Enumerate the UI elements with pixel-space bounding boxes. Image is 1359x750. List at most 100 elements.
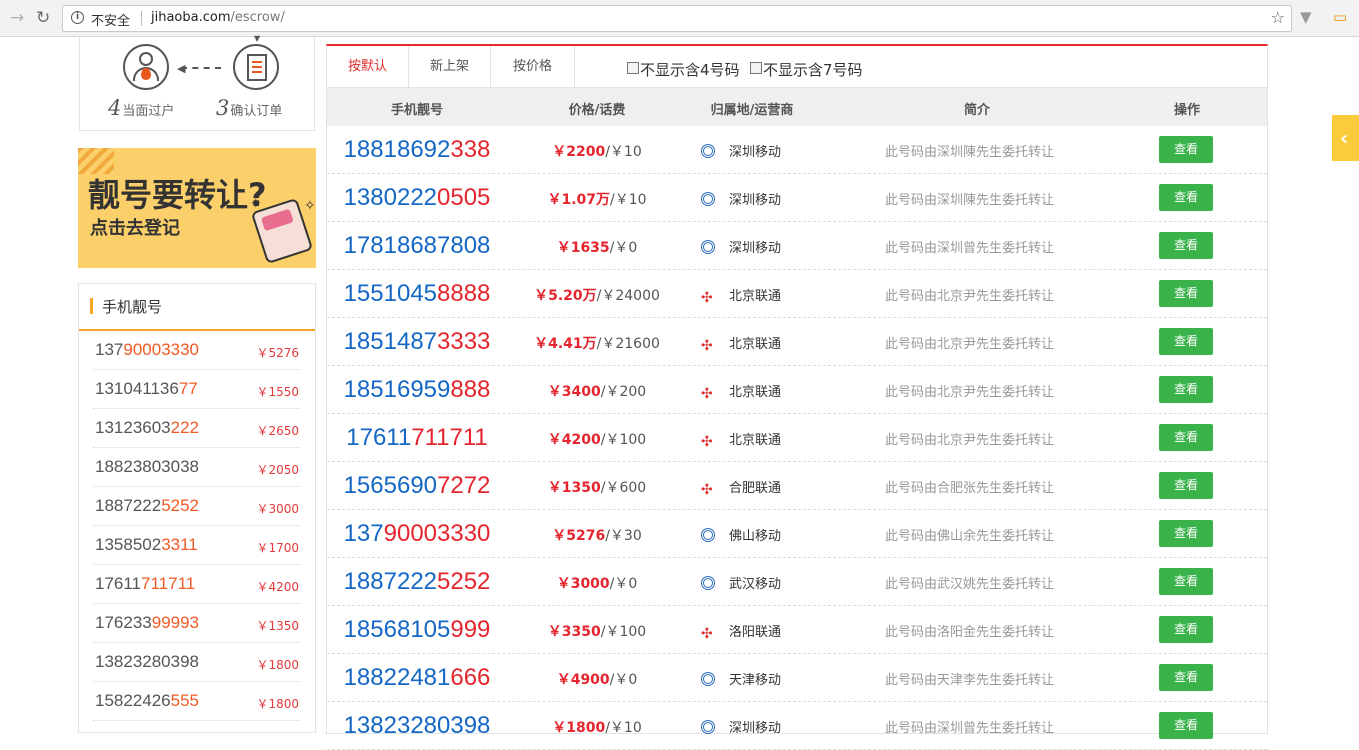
list-item[interactable]: 13104113677 ￥1550 [93,370,301,409]
address-bar[interactable]: i 不安全 jihaoba.com/escrow/ ☆ [62,5,1292,32]
description: 此号码由合肥张先生委托转让 [885,481,1055,496]
side-float-tab[interactable]: ‹ [1332,115,1359,161]
sidebar-number[interactable]: 18872225252 [95,496,199,516]
tab-price[interactable]: 按价格 [491,46,575,87]
china-mobile-icon [701,192,715,206]
sidebar-price: ￥2650 [256,424,299,438]
table-row: 17611711711 ￥4200/￥100 ✣ 北京联通 此号码由北京尹先生委托转让 查… [327,414,1267,462]
extension-v-icon[interactable]: ▼ [1300,8,1312,26]
phone-number-link[interactable]: 13802220505 [327,184,507,212]
sidebar-number[interactable]: 13790003330 [95,340,199,360]
phone-number-link[interactable]: 17611711711 [327,424,507,452]
view-button[interactable]: 查看 [1159,232,1213,259]
sidebar-number[interactable]: 18823803038 [95,457,199,477]
description: 此号码由深圳陳先生委托转让 [885,193,1055,208]
table-row: 13802220505 ￥1.07万/￥10 深圳移动 此号码由深圳陳先生委托转让 查看 [327,174,1267,222]
sidebar-number[interactable]: 17623399993 [95,613,199,633]
phone-number-link[interactable]: 18514873333 [327,328,507,356]
phone-number-link[interactable]: 18872225252 [327,568,507,596]
list-item[interactable]: 13823280398 ￥1800 [93,643,301,682]
sidebar-number[interactable]: 13104113677 [95,379,198,399]
info-icon[interactable]: i [71,11,84,24]
view-button[interactable]: 查看 [1159,424,1213,451]
description: 此号码由洛阳金先生委托转让 [885,625,1055,640]
view-button[interactable]: 查看 [1159,136,1213,163]
sidebar-number[interactable]: 13123603222 [95,418,199,438]
reload-icon[interactable]: ↻ [36,9,50,27]
price-fee: ￥4900/￥0 [556,672,638,688]
sidebar-number[interactable]: 13585023311 [95,535,198,555]
china-unicom-icon: ✣ [701,626,713,642]
phone-number-link[interactable]: 13823280398 [327,712,507,740]
china-mobile-icon [701,528,715,542]
view-button[interactable]: 查看 [1159,664,1213,691]
view-button[interactable]: 查看 [1159,280,1213,307]
list-item[interactable]: 13123603222 ￥2650 [93,409,301,448]
handover-person-icon [123,44,169,90]
description: 此号码由天津李先生委托转让 [885,673,1055,688]
col-desc: 简介 [963,103,990,118]
table-row: 18872225252 ￥3000/￥0 武汉移动 此号码由武汉姚先生委托转让 查看 [327,558,1267,606]
view-button[interactable]: 查看 [1159,472,1213,499]
process-steps: ▼ ◀ 4当面过户 3确认订单 [79,34,315,131]
sidebar-price: ￥1700 [256,541,299,555]
list-item[interactable]: 17623399993 ￥1350 [93,604,301,643]
down-arrow-icon: ▼ [254,34,261,43]
sidebar-price: ￥1800 [256,697,299,711]
list-item[interactable]: 13790003330 ￥5276 [93,331,301,370]
view-button[interactable]: 查看 [1159,184,1213,211]
sidebar-number[interactable]: 15822426555 [95,691,199,711]
sidebar-number[interactable]: 13823280398 [95,652,199,672]
price-fee: ￥5276/￥30 [552,528,642,544]
sidebar-number[interactable]: 17611711711 [95,574,195,594]
phone-number-link[interactable]: 18818692338 [327,136,507,164]
sell-number-banner[interactable]: 靓号要转让? 点击去登记 ✦ ✧ [78,148,316,268]
location-carrier: ✣ 北京联通 [701,337,782,354]
security-indicator[interactable]: 不安全 [91,10,130,29]
sidebar-price: ￥2050 [256,463,299,477]
forward-arrow-icon[interactable]: → [10,9,24,27]
extension-folder-icon[interactable]: ▭ [1333,8,1347,26]
sidebar-number-list: 手机靓号 13790003330 ￥5276 13104113677 ￥1550 131… [78,283,316,733]
view-button[interactable]: 查看 [1159,616,1213,643]
table-row: 15510458888 ￥5.20万/￥24000 ✣ 北京联通 此号码由北京尹先生委托… [327,270,1267,318]
phone-number-link[interactable]: 13790003330 [327,520,507,548]
table-row: 18568105999 ￥3350/￥100 ✣ 洛阳联通 此号码由洛阳金先生委托转让 查… [327,606,1267,654]
checkbox-no-4[interactable] [627,62,639,74]
view-button[interactable]: 查看 [1159,712,1213,739]
tab-default[interactable]: 按默认 [327,46,409,87]
phone-number-link[interactable]: 17818687808 [327,232,507,260]
filter-no-7[interactable]: 不显示含7号码 [750,59,863,80]
list-item[interactable]: 18872225252 ￥3000 [93,487,301,526]
view-button[interactable]: 查看 [1159,568,1213,595]
sidebar-price: ￥5276 [256,346,299,360]
bookmark-star-icon[interactable]: ☆ [1271,8,1285,27]
phone-number-link[interactable]: 18822481666 [327,664,507,692]
view-button[interactable]: 查看 [1159,328,1213,355]
view-button[interactable]: 查看 [1159,520,1213,547]
list-item[interactable]: 15822426555 ￥1800 [93,682,301,721]
description: 此号码由北京尹先生委托转让 [885,433,1055,448]
phone-number-link[interactable]: 15656907272 [327,472,507,500]
list-item[interactable]: 18823803038 ￥2050 [93,448,301,487]
location-carrier: ✣ 北京联通 [701,289,782,306]
filter-no-4[interactable]: 不显示含4号码 [627,59,740,80]
description: 此号码由深圳曾先生委托转让 [885,721,1055,736]
china-mobile-icon [701,240,715,254]
phone-number-link[interactable]: 18516959888 [327,376,507,404]
list-item[interactable]: 17611711711 ￥4200 [93,565,301,604]
view-button[interactable]: 查看 [1159,376,1213,403]
sidebar-price: ￥4200 [256,580,299,594]
checkbox-no-7[interactable] [750,62,762,74]
col-action: 操作 [1173,103,1200,118]
phone-number-link[interactable]: 18568105999 [327,616,507,644]
sidebar-price: ￥1350 [256,619,299,633]
list-item[interactable]: 13585023311 ￥1700 [93,526,301,565]
url-text[interactable]: jihaoba.com/escrow/ [151,10,285,25]
phone-number-link[interactable]: 15510458888 [327,280,507,308]
description: 此号码由北京尹先生委托转让 [885,289,1055,304]
dashed-arrow-line [181,67,221,69]
tab-new[interactable]: 新上架 [409,46,491,87]
col-location: 归属地/运营商 [710,103,794,118]
price-fee: ￥3000/￥0 [556,576,638,592]
